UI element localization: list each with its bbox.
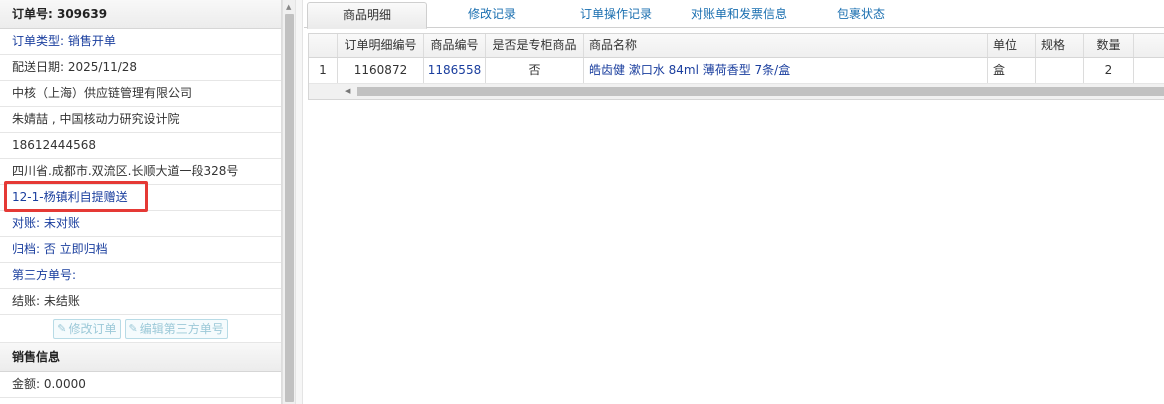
scroll-left-icon[interactable]: ◀: [345, 87, 350, 95]
edit-order-label: 修改订单: [68, 322, 117, 336]
header-counter-product[interactable]: 是否是专柜商品: [486, 34, 584, 57]
tab-product-details[interactable]: 商品明细: [307, 2, 427, 29]
archive-status[interactable]: 归档: 否 立即归档: [0, 237, 281, 263]
table-row[interactable]: 1 1160872 1186558 否 皓齿健 漱口水 84ml 薄荷香型 7条…: [309, 58, 1164, 84]
edit-third-party-button[interactable]: ✎ 编辑第三方单号: [124, 318, 228, 339]
edit-third-party-label: 编辑第三方单号: [139, 322, 224, 336]
order-info-panel: 订单号: 309639 订单类型: 销售开单 配送日期: 2025/11/28 …: [0, 0, 282, 404]
tab-statement-invoice[interactable]: 对账单和发票信息: [684, 2, 794, 28]
row-product-name[interactable]: 皓齿健 漱口水 84ml 薄荷香型 7条/盒: [584, 58, 988, 83]
edit-order-button[interactable]: ✎ 修改订单: [53, 318, 121, 339]
header-detail-no[interactable]: 订单明细编号: [338, 34, 424, 57]
order-note: 12-1-杨镇利自提赠送: [0, 185, 281, 211]
tab-bar: 商品明细 修改记录 订单操作记录 对账单和发票信息 包裹状态: [304, 0, 1164, 29]
detail-panel: 商品明细 修改记录 订单操作记录 对账单和发票信息 包裹状态 订单明细编号 商品…: [304, 0, 1164, 404]
edit-icon: ✎: [128, 322, 138, 335]
row-counter-product: 否: [486, 58, 584, 83]
reconciliation-status: 对账: 未对账: [0, 211, 281, 237]
tab-edit-history[interactable]: 修改记录: [447, 2, 537, 28]
scroll-up-icon[interactable]: ▲: [286, 3, 291, 11]
hscroll-thumb[interactable]: [357, 87, 1164, 96]
action-button-row: ✎ 修改订单 ✎ 编辑第三方单号: [0, 315, 281, 343]
row-unit: 盒: [988, 58, 1036, 83]
delivery-date: 配送日期: 2025/11/28: [0, 55, 281, 81]
tab-order-operations[interactable]: 订单操作记录: [566, 2, 666, 28]
header-spec[interactable]: 规格: [1036, 34, 1084, 57]
horizontal-scrollbar[interactable]: ◀: [309, 84, 1164, 99]
row-quantity: 2: [1084, 58, 1134, 83]
header-product-name[interactable]: 商品名称: [584, 34, 988, 57]
row-index: 1: [309, 58, 338, 83]
edit-icon: ✎: [57, 322, 67, 335]
header-index: [309, 34, 338, 57]
sales-info-header: 销售信息: [0, 343, 281, 372]
header-unit[interactable]: 单位: [988, 34, 1036, 57]
tab-package-status[interactable]: 包裹状态: [826, 2, 896, 28]
amount: 金额: 0.0000: [0, 372, 281, 398]
phone-number: 18612444568: [0, 133, 281, 159]
panel-splitter[interactable]: [295, 0, 303, 404]
header-quantity[interactable]: 数量: [1084, 34, 1134, 57]
order-type: 订单类型: 销售开单: [0, 29, 281, 55]
company-name: 中核（上海）供应链管理有限公司: [0, 81, 281, 107]
contact-info: 朱婧喆 , 中国核动力研究设计院: [0, 107, 281, 133]
grid-header: 订单明细编号 商品编号 是否是专柜商品 商品名称 单位 规格 数量: [309, 34, 1164, 58]
delivery-address: 四川省.成都市.双流区.长顺大道一段328号: [0, 159, 281, 185]
third-party-number: 第三方单号:: [0, 263, 281, 289]
row-spec: [1036, 58, 1084, 83]
row-product-code[interactable]: 1186558: [424, 58, 486, 83]
product-grid: 订单明细编号 商品编号 是否是专柜商品 商品名称 单位 规格 数量 1 1160…: [308, 33, 1164, 100]
app-root: 订单号: 309639 订单类型: 销售开单 配送日期: 2025/11/28 …: [0, 0, 1164, 404]
order-number-header: 订单号: 309639: [0, 0, 281, 29]
row-detail-no: 1160872: [338, 58, 424, 83]
header-product-code[interactable]: 商品编号: [424, 34, 486, 57]
settlement-status: 结账: 未结账: [0, 289, 281, 315]
vertical-scrollbar[interactable]: ▲: [282, 0, 295, 404]
scrollbar-thumb[interactable]: [285, 14, 294, 402]
